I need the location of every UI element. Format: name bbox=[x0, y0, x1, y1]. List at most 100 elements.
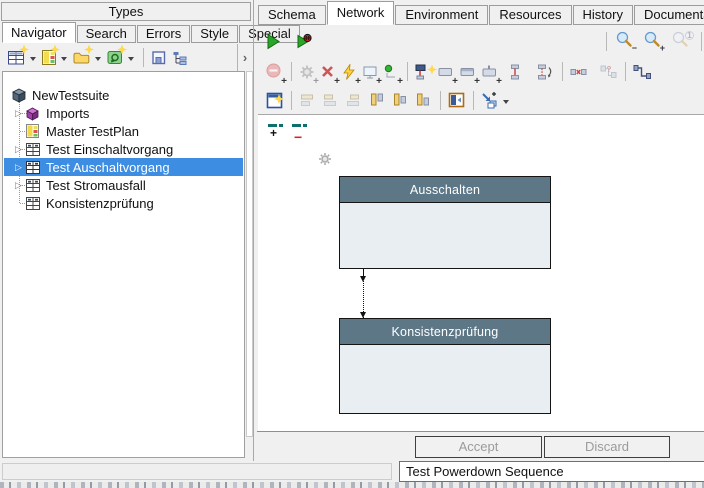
zoom-reset-button[interactable]: 1 bbox=[671, 31, 693, 52]
align-columns-icon bbox=[391, 92, 409, 108]
align-bottom-button[interactable] bbox=[297, 89, 319, 111]
tree-item-label: Test Einschaltvorgang bbox=[41, 142, 173, 157]
add-state-button[interactable]: + bbox=[435, 61, 456, 83]
accept-button[interactable]: Accept bbox=[415, 436, 542, 458]
diagram-canvas[interactable]: + − Ausschalten Konsistenzprüfung bbox=[258, 114, 704, 431]
copy-view-button[interactable] bbox=[149, 47, 169, 69]
debug-button[interactable] bbox=[294, 31, 316, 53]
chevron-down-icon[interactable] bbox=[503, 100, 509, 107]
new-testcase-button[interactable] bbox=[6, 47, 27, 69]
panel-toggle-icon bbox=[448, 92, 465, 108]
magnifier-icon bbox=[615, 31, 633, 49]
new-diagram-window-button[interactable] bbox=[264, 89, 285, 111]
chevron-down-icon[interactable] bbox=[95, 57, 101, 64]
tree-view-button[interactable] bbox=[170, 47, 190, 69]
tab-environment[interactable]: Environment bbox=[395, 5, 488, 25]
chevron-down-icon[interactable] bbox=[128, 57, 134, 64]
add-screen-state-button[interactable]: + bbox=[360, 61, 380, 83]
discard-button[interactable]: Discard bbox=[544, 436, 670, 458]
remove-state-button[interactable]: + bbox=[264, 61, 285, 83]
tab-search[interactable]: Search bbox=[77, 25, 136, 43]
arrowhead-icon bbox=[360, 276, 366, 282]
connector-bar-icon bbox=[303, 124, 307, 127]
add-start-state-button[interactable]: + bbox=[381, 61, 401, 83]
tree-item-master-testplan[interactable]: Master TestPlan bbox=[4, 122, 243, 140]
align-center-button[interactable] bbox=[389, 89, 411, 111]
expand-arrow-icon[interactable]: ▷ bbox=[13, 180, 24, 191]
status-cell-empty bbox=[2, 463, 392, 480]
align-bars-icon bbox=[299, 92, 317, 108]
toolbar-separator bbox=[407, 62, 408, 81]
zoom-in-button[interactable]: + bbox=[643, 31, 665, 52]
navigator-tree[interactable]: NewTestsuite ▷ Imports Master TestPlan ▷… bbox=[2, 71, 245, 458]
tab-schema[interactable]: Schema bbox=[258, 5, 326, 25]
reroute-transition-button[interactable] bbox=[534, 61, 556, 83]
magnifier-icon bbox=[643, 31, 661, 49]
panel-splitter[interactable] bbox=[253, 0, 254, 461]
toolbar-separator bbox=[701, 32, 702, 51]
expand-arrow-icon[interactable]: ▷ bbox=[13, 144, 24, 155]
connector-path-button[interactable] bbox=[631, 61, 653, 83]
component-refresh-icon bbox=[107, 50, 123, 65]
unknown-connection-button[interactable]: ? bbox=[598, 61, 619, 83]
new-state-wizard-button[interactable] bbox=[413, 61, 434, 83]
tab-errors[interactable]: Errors bbox=[137, 25, 190, 43]
add-state-header-button[interactable]: + bbox=[457, 61, 478, 83]
align-right-h-button[interactable] bbox=[343, 89, 365, 111]
status-bar: Test Powerdown Sequence bbox=[0, 461, 704, 482]
state-node-konsistenzpruefung[interactable]: Konsistenzprüfung bbox=[339, 318, 551, 414]
zoom-out-button[interactable]: − bbox=[615, 31, 637, 52]
align-top-button[interactable] bbox=[320, 89, 342, 111]
navigator-toolbar bbox=[2, 44, 236, 71]
align-columns-icon bbox=[414, 92, 432, 108]
connector-add-tool[interactable]: + bbox=[268, 123, 286, 139]
add-gear-state-button[interactable]: + bbox=[297, 61, 317, 83]
connector-bar-icon bbox=[292, 124, 301, 127]
tab-documentation[interactable]: Documentation bbox=[634, 5, 704, 25]
side-panel-toggle-button[interactable] bbox=[446, 89, 467, 111]
connector-remove-tool[interactable]: − bbox=[292, 123, 310, 139]
canvas-gear-icon[interactable] bbox=[318, 152, 332, 166]
add-action-state-button[interactable]: + bbox=[339, 61, 359, 83]
expand-arrow-icon[interactable]: ▷ bbox=[13, 162, 24, 173]
tab-network[interactable]: Network bbox=[327, 1, 395, 25]
tree-item-label: Master TestPlan bbox=[41, 124, 139, 139]
tab-navigator[interactable]: Navigator bbox=[2, 22, 76, 43]
plus-sign: + bbox=[660, 43, 665, 53]
state-node-ausschalten[interactable]: Ausschalten bbox=[339, 176, 551, 269]
add-stop-state-button[interactable]: + bbox=[318, 61, 338, 83]
toolbar-overflow-button[interactable]: › bbox=[237, 44, 252, 71]
tree-item-test-stromausfall[interactable]: ▷ Test Stromausfall bbox=[4, 176, 243, 194]
connector-path-icon bbox=[633, 64, 651, 80]
tree-item-test-einschaltvorgang[interactable]: ▷ Test Einschaltvorgang bbox=[4, 140, 243, 158]
chevron-down-icon[interactable] bbox=[61, 57, 67, 64]
tree-item-test-auschaltvorgang-selected[interactable]: ▷ Test Auschaltvorgang bbox=[4, 158, 243, 176]
tab-history[interactable]: History bbox=[573, 5, 633, 25]
add-badge-icon: + bbox=[496, 77, 502, 87]
auto-connect-button[interactable] bbox=[479, 89, 500, 111]
one-badge: 1 bbox=[685, 31, 694, 40]
align-left-button[interactable] bbox=[366, 89, 388, 111]
tree-item-imports[interactable]: ▷ Imports bbox=[4, 104, 243, 122]
tab-style[interactable]: Style bbox=[191, 25, 238, 43]
new-folder-button[interactable] bbox=[71, 47, 92, 69]
align-bottom-col-button[interactable] bbox=[412, 89, 434, 111]
toolbar-separator bbox=[143, 48, 144, 67]
testcase-table-icon bbox=[24, 179, 41, 192]
tree-scrollbar-track[interactable] bbox=[246, 71, 253, 437]
tree-item-label: Test Stromausfall bbox=[41, 178, 146, 193]
transition-edge[interactable] bbox=[359, 269, 368, 318]
new-testplan-button[interactable] bbox=[40, 47, 58, 69]
new-component-button[interactable] bbox=[105, 47, 125, 69]
vertical-transition-button[interactable] bbox=[505, 61, 525, 83]
tree-item-konsistenzpruefung[interactable]: Konsistenzprüfung bbox=[4, 194, 243, 212]
run-button[interactable] bbox=[264, 31, 283, 53]
chevron-down-icon[interactable] bbox=[30, 57, 36, 64]
align-bars-icon bbox=[322, 92, 340, 108]
add-state-pin-button[interactable]: + bbox=[479, 61, 500, 83]
tab-resources[interactable]: Resources bbox=[489, 5, 571, 25]
tree-item-newtestsuite[interactable]: NewTestsuite bbox=[4, 86, 243, 104]
delete-connection-button[interactable] bbox=[568, 61, 589, 83]
tree-item-label: NewTestsuite bbox=[27, 88, 109, 103]
expand-arrow-icon[interactable]: ▷ bbox=[13, 108, 24, 119]
